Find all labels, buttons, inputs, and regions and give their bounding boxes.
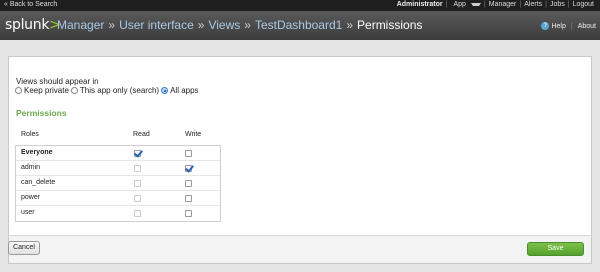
radio-all-apps[interactable]: All apps bbox=[161, 86, 199, 95]
app-menu[interactable]: App bbox=[447, 1, 483, 8]
cancel-button[interactable]: Cancel bbox=[8, 241, 40, 255]
radio-keep-private[interactable]: Keep private bbox=[15, 86, 69, 95]
form-footer bbox=[8, 235, 592, 264]
write-checkbox[interactable] bbox=[185, 180, 192, 187]
permissions-heading: Permissions bbox=[16, 108, 67, 118]
breadcrumb-views[interactable]: Views bbox=[208, 18, 240, 32]
radio-this-app-only[interactable]: This app only (search) bbox=[70, 86, 159, 95]
read-checkbox[interactable] bbox=[134, 195, 141, 202]
help-icon: ? bbox=[541, 22, 550, 30]
table-row: admin bbox=[16, 161, 220, 176]
radio-button-selected[interactable] bbox=[161, 87, 169, 94]
page-title: Permissions bbox=[357, 18, 423, 32]
table-row: can_delete bbox=[16, 176, 220, 191]
role-name: power bbox=[21, 194, 41, 201]
views-label: Views should appear in bbox=[16, 77, 99, 86]
app-header: splunk> Manager» User interface» Views» Tes… bbox=[0, 11, 600, 40]
read-checkbox[interactable] bbox=[134, 180, 141, 187]
splunk-logo[interactable]: splunk> bbox=[5, 17, 61, 33]
read-checkbox[interactable] bbox=[134, 150, 141, 157]
chevron-down-icon bbox=[470, 2, 481, 6]
breadcrumb-manager[interactable]: Manager bbox=[57, 18, 104, 32]
table-row: power bbox=[16, 191, 220, 206]
read-checkbox[interactable] bbox=[134, 210, 141, 217]
table-row: Everyone bbox=[16, 146, 220, 161]
manager-link[interactable]: Manager bbox=[486, 1, 520, 8]
top-menu: Administrator | App | Manager | Alerts |… bbox=[394, 1, 597, 8]
alerts-link[interactable]: Alerts bbox=[521, 1, 545, 8]
user-menu[interactable]: Administrator bbox=[394, 1, 446, 8]
breadcrumb-testdashboard1[interactable]: TestDashboard1 bbox=[255, 18, 342, 32]
radio-button[interactable] bbox=[70, 87, 78, 94]
breadcrumb: Manager» User interface» Views» TestDashboa… bbox=[57, 18, 423, 32]
app-menu-label: App bbox=[453, 1, 466, 8]
jobs-link[interactable]: Jobs bbox=[547, 1, 568, 8]
role-name: admin bbox=[21, 164, 41, 171]
role-name: can_delete bbox=[21, 179, 56, 186]
write-checkbox[interactable] bbox=[185, 150, 192, 157]
permissions-table-header: Roles Read Write bbox=[15, 131, 221, 141]
header-links: ? Help | About bbox=[541, 22, 596, 30]
column-write: Write bbox=[185, 131, 202, 138]
table-row: user bbox=[16, 206, 220, 221]
role-name: Everyone bbox=[21, 149, 53, 156]
column-read: Read bbox=[133, 131, 150, 138]
write-checkbox[interactable] bbox=[185, 195, 192, 202]
views-radio-group: Keep private This app only (search) All … bbox=[15, 86, 201, 95]
help-link[interactable]: Help bbox=[551, 23, 565, 30]
write-checkbox[interactable] bbox=[185, 165, 192, 172]
permissions-table: Everyone admin can_delete power user bbox=[15, 145, 221, 222]
write-checkbox[interactable] bbox=[185, 210, 192, 217]
read-checkbox[interactable] bbox=[134, 165, 141, 172]
role-name: user bbox=[21, 209, 35, 216]
about-link[interactable]: About bbox=[578, 23, 596, 30]
back-to-search-link[interactable]: « Back to Search bbox=[4, 1, 57, 8]
save-button[interactable]: Save bbox=[527, 242, 584, 256]
top-bar: « Back to Search Administrator | App | M… bbox=[0, 0, 600, 11]
radio-button[interactable] bbox=[15, 87, 22, 94]
column-roles: Roles bbox=[21, 131, 39, 138]
breadcrumb-user-interface[interactable]: User interface bbox=[119, 18, 194, 32]
logout-link[interactable]: Logout bbox=[570, 1, 597, 8]
